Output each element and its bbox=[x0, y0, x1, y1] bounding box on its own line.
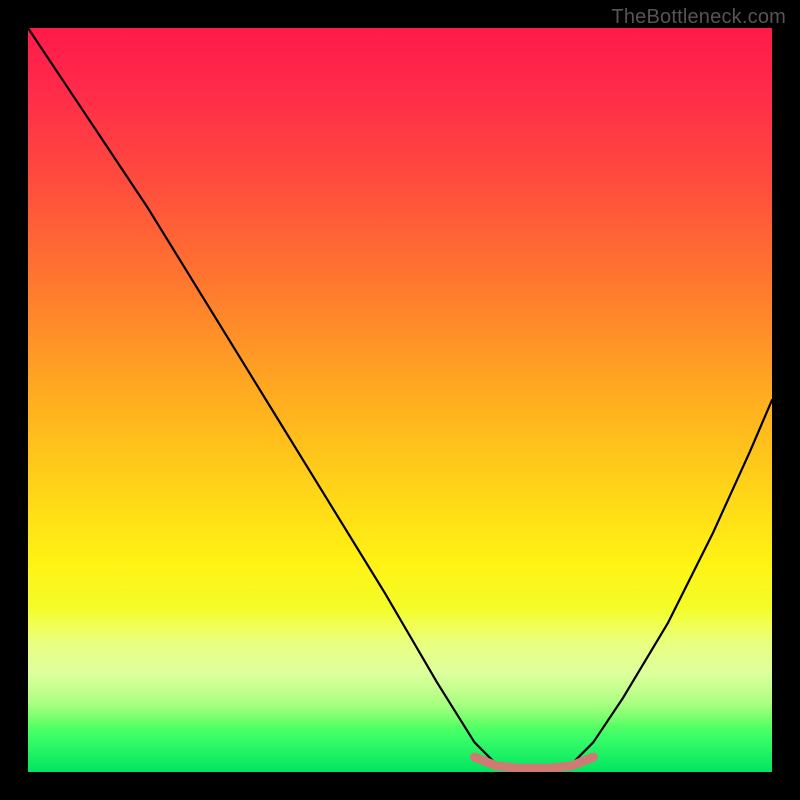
stage: TheBottleneck.com bbox=[0, 0, 800, 800]
bottleneck-curve bbox=[28, 28, 772, 772]
plot-area bbox=[28, 28, 772, 772]
watermark-text: TheBottleneck.com bbox=[611, 6, 786, 29]
curve-layer bbox=[28, 28, 772, 772]
